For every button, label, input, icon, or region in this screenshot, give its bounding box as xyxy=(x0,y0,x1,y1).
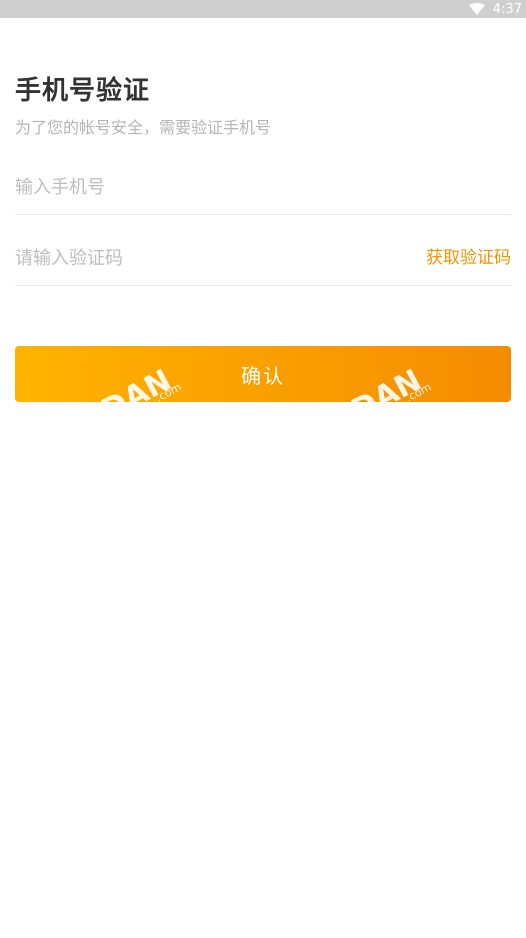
confirm-button[interactable]: 确认 DAN .com DAN .com xyxy=(15,346,511,402)
code-field: 获取验证码 xyxy=(15,231,511,286)
status-indicators: 4:37 xyxy=(468,0,522,18)
phone-field xyxy=(15,160,511,215)
phone-input[interactable] xyxy=(15,160,511,214)
status-time: 4:37 xyxy=(492,1,522,17)
page-subtitle: 为了您的帐号安全，需要验证手机号 xyxy=(15,118,272,137)
page-title: 手机号验证 xyxy=(15,76,151,106)
get-code-button[interactable]: 获取验证码 xyxy=(426,231,511,285)
confirm-button-label: 确认 xyxy=(241,363,285,388)
status-bar: 4:37 xyxy=(0,0,526,18)
wifi-icon xyxy=(468,3,485,15)
verification-code-input[interactable] xyxy=(15,231,395,285)
